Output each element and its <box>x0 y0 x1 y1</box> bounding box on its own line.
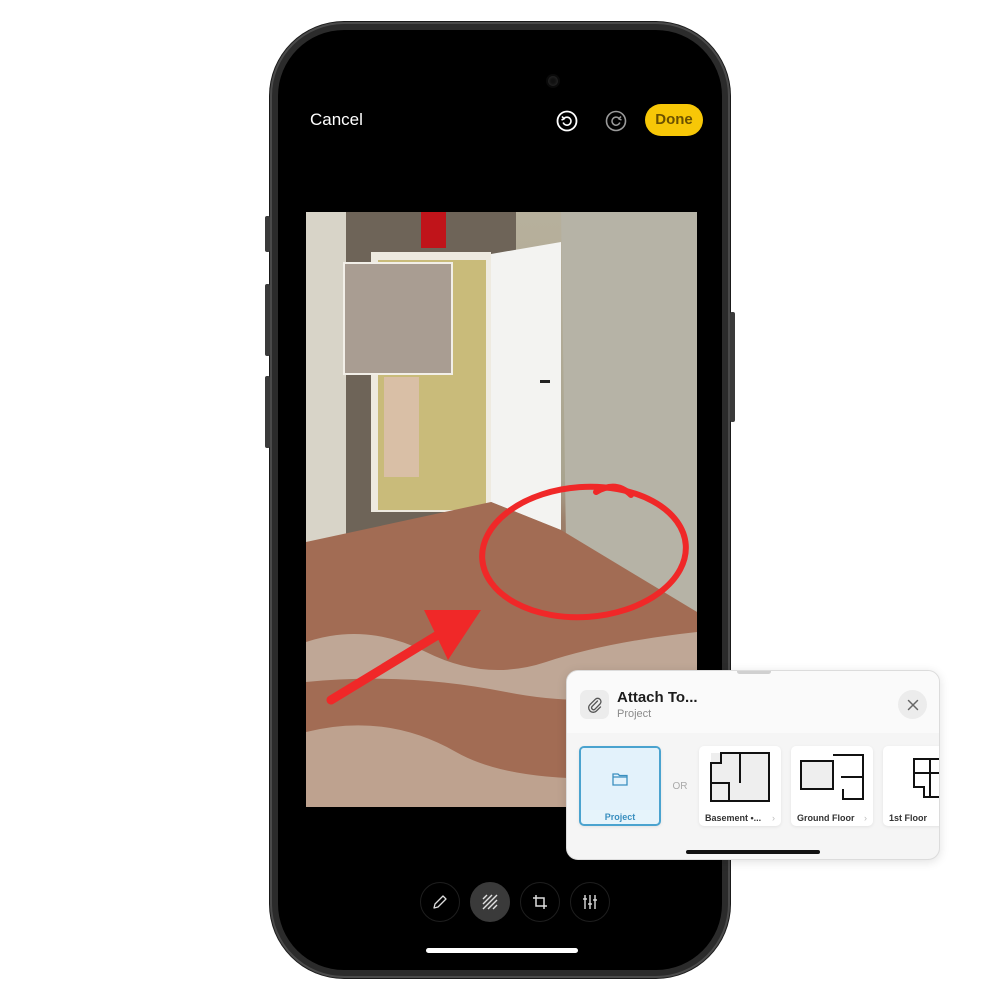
or-separator: OR <box>672 780 688 792</box>
floorplan-thumbnail <box>699 746 781 808</box>
volume-up-button <box>265 284 270 356</box>
tile-ground-floor[interactable]: Ground Floor › <box>791 746 873 826</box>
panel-header: Attach To... Project <box>567 671 939 733</box>
front-camera <box>548 76 558 86</box>
tile-basement[interactable]: Basement •... › <box>699 746 781 826</box>
done-button[interactable]: Done <box>645 104 703 136</box>
attach-target-list: Project OR Basement •... › Ground Floor <box>579 746 939 826</box>
tile-label: 1st Floor <box>889 813 928 823</box>
paperclip-icon <box>580 690 609 719</box>
panel-title: Attach To... <box>617 689 698 706</box>
photo-open-door <box>491 242 561 530</box>
close-icon[interactable] <box>898 690 927 719</box>
tile-label: Basement •... <box>705 813 762 823</box>
power-button <box>730 312 735 422</box>
pencil-icon[interactable] <box>420 882 460 922</box>
chevron-right-icon: › <box>772 813 775 823</box>
redo-icon[interactable] <box>605 110 627 132</box>
floorplan-thumbnail <box>791 746 873 808</box>
action-button <box>265 216 270 252</box>
blur-box[interactable] <box>343 262 453 375</box>
tile-project[interactable]: Project <box>579 746 661 826</box>
panel-home-indicator[interactable] <box>686 850 820 854</box>
undo-icon[interactable] <box>556 110 578 132</box>
tile-label: Project <box>604 812 636 822</box>
tile-label: Ground Floor <box>797 813 855 823</box>
photo-person <box>384 377 419 477</box>
panel-subtitle: Project <box>617 708 652 720</box>
edit-toolbar <box>420 882 610 922</box>
photo-exit-sign <box>421 212 446 248</box>
chevron-right-icon: › <box>864 813 867 823</box>
home-indicator[interactable] <box>426 948 578 953</box>
attach-to-panel: Attach To... Project Project OR Basement… <box>566 670 940 860</box>
photo-door-handle <box>540 380 550 383</box>
sliders-icon[interactable] <box>570 882 610 922</box>
folder-icon <box>581 748 659 810</box>
photo-left-pillar <box>306 212 346 542</box>
blur-hatch-icon[interactable] <box>470 882 510 922</box>
tile-1st-floor[interactable]: 1st Floor <box>883 746 939 826</box>
cancel-button[interactable]: Cancel <box>310 110 363 130</box>
volume-down-button <box>265 376 270 448</box>
floorplan-thumbnail <box>883 746 939 808</box>
panel-grabber[interactable] <box>737 671 771 674</box>
crop-icon[interactable] <box>520 882 560 922</box>
